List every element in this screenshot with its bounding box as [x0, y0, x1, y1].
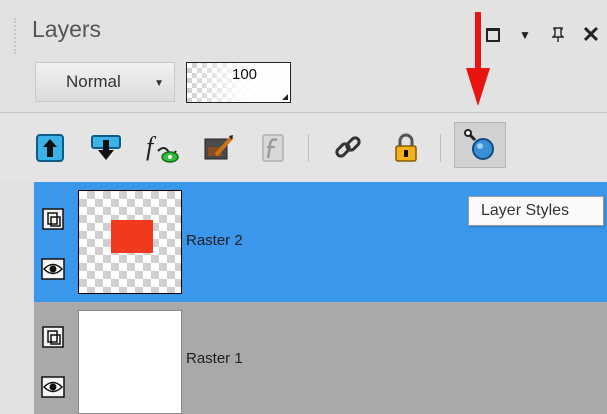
layer-name[interactable]: Raster 2	[186, 232, 243, 249]
adjustment-icon[interactable]	[200, 130, 236, 166]
panel-title: Layers	[32, 16, 102, 42]
toolbar-separator	[308, 134, 309, 162]
svg-text:f: f	[146, 132, 157, 161]
layer-group-toggle-icon[interactable]	[40, 206, 66, 232]
layer-styles-icon	[464, 129, 494, 160]
dropdown-icon[interactable]: ▼	[518, 24, 532, 46]
layer-name[interactable]: Raster 1	[186, 350, 243, 367]
thumbnail-red-shape	[111, 220, 153, 253]
layers-gutter	[0, 182, 34, 414]
opacity-value: 100	[232, 66, 258, 83]
visibility-eye-icon[interactable]	[40, 374, 66, 400]
layers-panel: Layers ▼ ✕ Normal ▼ 100 f Raster 2 Raste…	[0, 0, 607, 414]
move-down-icon[interactable]	[88, 130, 124, 166]
mask-icon[interactable]	[256, 130, 292, 166]
fx-effects-icon[interactable]: f	[144, 130, 180, 166]
panel-grip[interactable]	[14, 18, 20, 54]
layer-styles-button[interactable]	[454, 122, 506, 168]
red-arrow-annotation	[466, 12, 490, 106]
link-icon[interactable]	[330, 130, 366, 166]
visibility-eye-icon[interactable]	[40, 256, 66, 282]
close-icon[interactable]: ✕	[582, 22, 600, 47]
blend-mode-value: Normal	[66, 72, 121, 91]
layer-group-toggle-icon[interactable]	[40, 324, 66, 350]
blend-mode-select[interactable]: Normal ▼	[35, 62, 175, 102]
lock-icon[interactable]	[388, 130, 424, 166]
chevron-down-icon: ▼	[154, 78, 164, 89]
tooltip-layer-styles: Layer Styles	[468, 196, 604, 226]
layer-thumbnail[interactable]	[78, 310, 182, 414]
divider	[0, 112, 607, 113]
layer-thumbnail[interactable]	[78, 190, 182, 294]
layers-toolbar: f	[0, 116, 607, 182]
opacity-field[interactable]: 100	[186, 62, 291, 103]
move-up-icon[interactable]	[32, 130, 68, 166]
resize-handle-icon	[282, 94, 288, 100]
toolbar-separator	[440, 134, 441, 162]
layer-row[interactable]: Raster 1	[34, 302, 607, 414]
pin-icon[interactable]	[550, 24, 566, 46]
